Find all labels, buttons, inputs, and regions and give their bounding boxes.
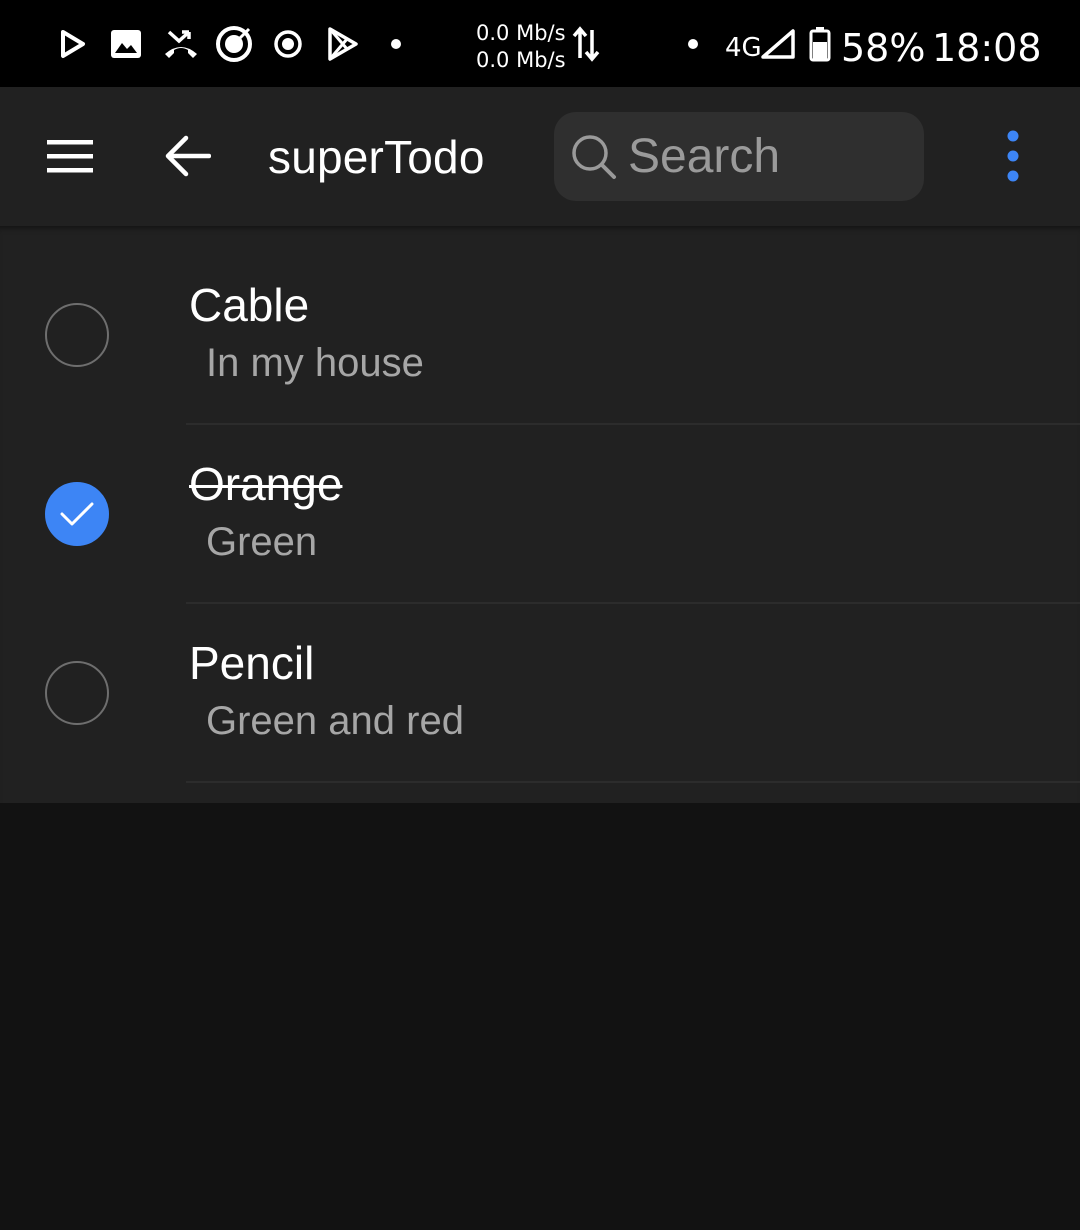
- todo-checkbox-checked[interactable]: [45, 482, 109, 546]
- dot-icon: [686, 0, 700, 87]
- play-outline-icon: [54, 0, 90, 87]
- list-item[interactable]: Cable In my house: [0, 226, 1080, 425]
- status-bar: 0.0 Mb/s 0.0 Mb/s 4G 58% 18:08: [0, 0, 1080, 87]
- page-title: superTodo: [268, 130, 485, 183]
- list-item[interactable]: Orange Green: [0, 405, 1080, 604]
- dot-icon: [388, 0, 404, 87]
- play-store-icon: [326, 0, 360, 87]
- network-type: 4G: [725, 32, 762, 63]
- radio-button-icon: [272, 0, 304, 87]
- more-vertical-icon[interactable]: [990, 126, 1036, 186]
- todo-list: Cable In my house Orange Green Pencil Gr…: [0, 226, 1080, 803]
- back-arrow-icon[interactable]: [158, 126, 218, 186]
- todo-title: Pencil: [189, 637, 315, 689]
- todo-title: Orange: [189, 458, 343, 510]
- search-input[interactable]: [628, 129, 908, 184]
- data-transfer-icon: [572, 0, 600, 87]
- network-speed: 0.0 Mb/s 0.0 Mb/s: [476, 20, 576, 74]
- todo-subtitle: Green: [206, 520, 318, 564]
- divider: [186, 781, 1080, 783]
- check-icon: [60, 502, 94, 526]
- list-item[interactable]: Pencil Green and red: [0, 584, 1080, 783]
- battery-percent: 58%: [841, 25, 926, 70]
- todo-subtitle: In my house: [206, 341, 424, 385]
- todo-title: Cable: [189, 279, 310, 331]
- target-icon: [214, 0, 254, 87]
- battery-icon: [808, 0, 832, 87]
- net-down-speed: 0.0 Mb/s: [476, 48, 566, 72]
- todo-checkbox[interactable]: [45, 303, 109, 367]
- search-icon: [572, 134, 616, 179]
- todo-checkbox[interactable]: [45, 661, 109, 725]
- missed-call-icon: [162, 0, 200, 87]
- hamburger-menu-icon[interactable]: [40, 126, 100, 186]
- image-icon: [108, 0, 144, 87]
- clock: 18:08: [932, 25, 1042, 70]
- todo-subtitle: Green and red: [206, 699, 464, 743]
- search-box[interactable]: [554, 112, 924, 201]
- net-up-speed: 0.0 Mb/s: [476, 21, 566, 45]
- signal-icon: [760, 0, 796, 87]
